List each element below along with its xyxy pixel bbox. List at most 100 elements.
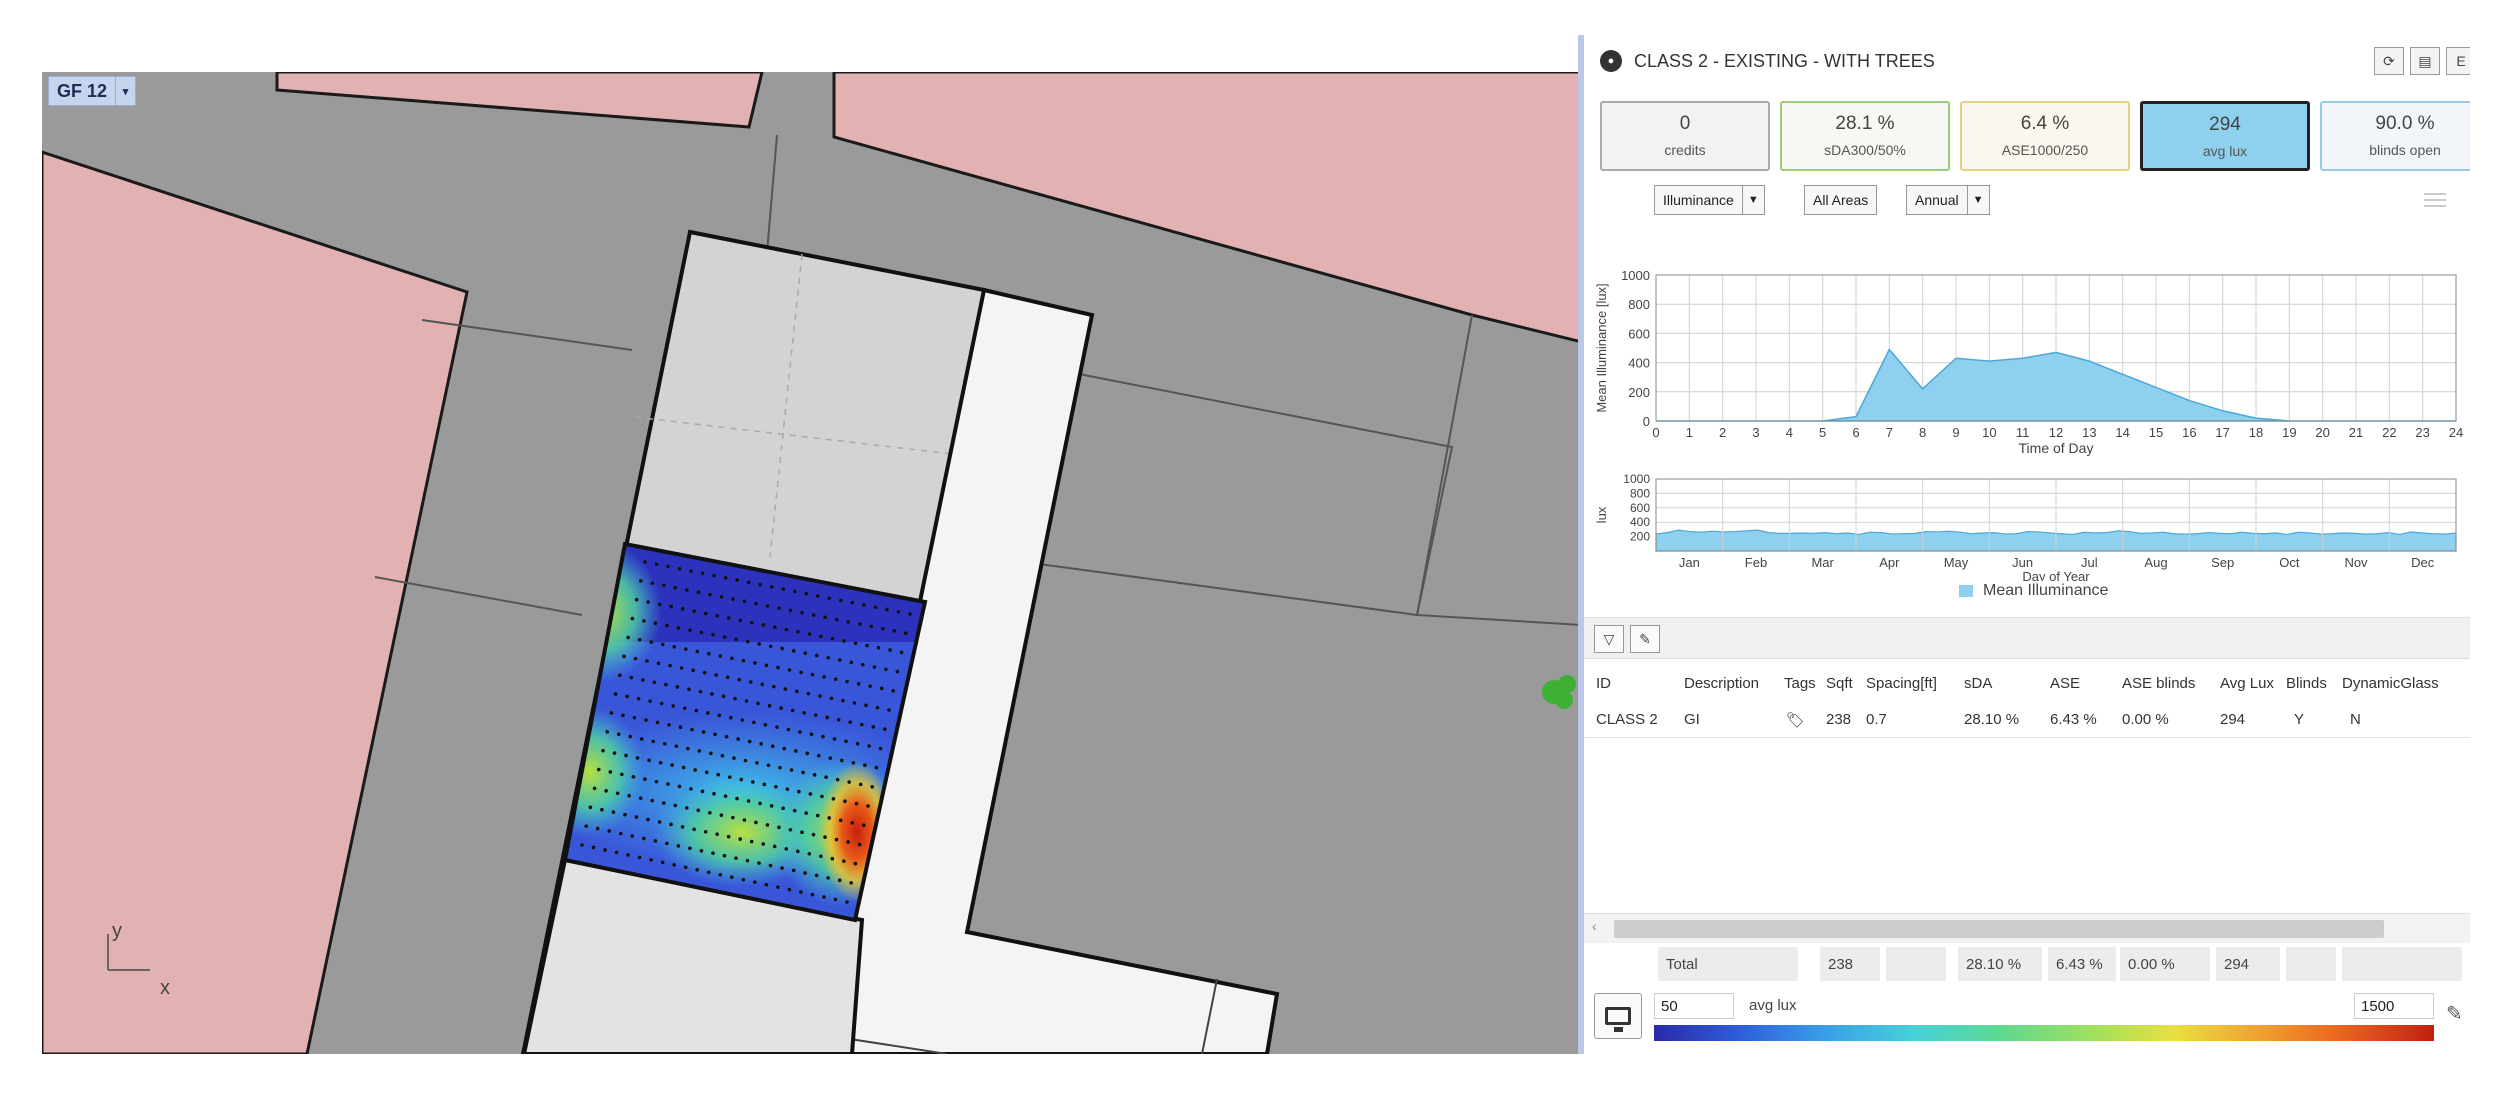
grid-point bbox=[712, 791, 716, 796]
viewport-name-label: GF 12 bbox=[57, 80, 108, 101]
display-toggle-button[interactable] bbox=[1594, 993, 1642, 1039]
model-viewport[interactable]: GF 12 ▾ y x bbox=[42, 72, 1582, 1054]
grid-point bbox=[637, 637, 642, 642]
cell-dynamic-glass[interactable]: N bbox=[2350, 711, 2361, 728]
grid-point bbox=[779, 706, 783, 710]
grid-point bbox=[665, 841, 669, 846]
viewport-name-tag[interactable]: GF 12 ▾ bbox=[48, 76, 137, 106]
floor-plan-canvas[interactable] bbox=[42, 72, 1582, 1054]
column-header[interactable]: ID bbox=[1596, 675, 1611, 692]
metric-card-blinds-open[interactable]: 90.0 % blinds open bbox=[2320, 101, 2470, 171]
cell-blinds[interactable]: Y bbox=[2294, 711, 2304, 728]
metric-card-ase[interactable]: 6.4 % ASE1000/250 bbox=[1960, 101, 2130, 171]
grid-point bbox=[692, 827, 696, 832]
column-header[interactable]: DynamicGlass bbox=[2342, 675, 2439, 692]
grid-point bbox=[908, 612, 912, 616]
column-header[interactable]: sDA bbox=[1964, 675, 1992, 692]
grid-point bbox=[831, 796, 836, 801]
grid-point bbox=[750, 620, 754, 625]
metric-select[interactable]: Illuminance ▼ bbox=[1654, 185, 1765, 215]
save-icon[interactable]: ▤ bbox=[2410, 47, 2440, 75]
grid-point bbox=[680, 825, 685, 829]
refresh-icon[interactable]: ⟳ bbox=[2374, 47, 2404, 75]
metric-value: 6.4 % bbox=[2020, 113, 2070, 134]
filter-icon[interactable]: ▽ bbox=[1594, 625, 1624, 653]
x-tick-label: 6 bbox=[1852, 425, 1859, 440]
cell-ase[interactable]: 6.43 % bbox=[2050, 711, 2097, 728]
scroll-left-icon[interactable]: ‹ bbox=[1592, 918, 1597, 934]
grid-point bbox=[735, 578, 739, 582]
grid-point bbox=[827, 596, 832, 600]
grid-point bbox=[654, 779, 659, 784]
edit-icon[interactable]: ✎ bbox=[1630, 625, 1660, 653]
table-horizontal-scrollbar[interactable]: ‹ bbox=[1584, 913, 2470, 943]
metric-card-credits[interactable]: 0 credits bbox=[1600, 101, 1770, 171]
x-tick-label: 18 bbox=[2249, 425, 2263, 440]
cell-sda[interactable]: 28.10 % bbox=[1964, 711, 2019, 728]
column-header[interactable]: ASE bbox=[2050, 675, 2080, 692]
grid-point bbox=[797, 789, 801, 794]
cell-avg-lux[interactable]: 294 bbox=[2220, 711, 2245, 728]
cell-ase-blinds[interactable]: 0.00 % bbox=[2122, 711, 2169, 728]
scale-min-input[interactable]: 50 bbox=[1654, 993, 1734, 1019]
hamburger-menu-icon[interactable] bbox=[2424, 193, 2446, 207]
grid-point bbox=[856, 682, 861, 686]
column-header[interactable]: Description bbox=[1684, 675, 1759, 692]
grid-point bbox=[818, 694, 822, 698]
grid-point bbox=[643, 560, 647, 564]
column-header[interactable]: Spacing[ft] bbox=[1866, 675, 1937, 692]
grid-point bbox=[792, 808, 797, 813]
grid-point bbox=[650, 581, 655, 585]
grid-point bbox=[689, 787, 693, 791]
cell-spacing[interactable]: 0.7 bbox=[1866, 711, 1887, 728]
grid-point bbox=[721, 694, 726, 699]
grid-point bbox=[763, 722, 768, 727]
tag-icon[interactable]: 🏷 bbox=[1786, 711, 1805, 729]
pencil-icon[interactable]: ✎ bbox=[2446, 1001, 2463, 1026]
scale-max-input[interactable]: 1500 bbox=[2354, 993, 2434, 1019]
grid-point bbox=[701, 730, 706, 734]
x-tick-label: 0 bbox=[1652, 425, 1659, 440]
viewport-menu-chevron-icon[interactable]: ▾ bbox=[115, 77, 135, 105]
grid-point bbox=[731, 815, 735, 820]
cell-sqft[interactable]: 238 bbox=[1826, 711, 1851, 728]
grid-point bbox=[626, 853, 630, 857]
grid-point bbox=[700, 789, 705, 794]
metric-card-avg-lux[interactable]: 294 avg lux bbox=[2140, 101, 2310, 171]
column-header[interactable]: Blinds bbox=[2286, 675, 2327, 692]
period-select[interactable]: Annual ▼ bbox=[1906, 185, 1990, 215]
column-header[interactable]: ASE blinds bbox=[2122, 675, 2195, 692]
totals-row: Total 238 28.10 % 6.43 % 0.00 % 294 bbox=[1584, 947, 2470, 981]
x-tick-label: Aug bbox=[2144, 555, 2167, 570]
column-header[interactable]: Tags bbox=[1784, 675, 1816, 692]
grid-point bbox=[758, 582, 763, 587]
color-gradient bbox=[1654, 1025, 2434, 1041]
x-tick-label: 2 bbox=[1719, 425, 1726, 440]
column-header[interactable]: Sqft bbox=[1826, 675, 1853, 692]
area-select[interactable]: All Areas bbox=[1804, 185, 1878, 215]
grid-point bbox=[757, 642, 761, 646]
grid-point bbox=[775, 725, 779, 729]
grid-point bbox=[629, 675, 634, 680]
grid-point bbox=[642, 836, 646, 841]
totals-avg-lux: 294 bbox=[2216, 947, 2280, 981]
grid-point bbox=[809, 732, 814, 737]
grid-point bbox=[883, 727, 887, 731]
grid-point bbox=[786, 727, 791, 732]
grid-point bbox=[841, 698, 845, 703]
metric-card-sda[interactable]: 28.1 % sDA300/50% bbox=[1780, 101, 1950, 171]
grid-point bbox=[836, 718, 841, 722]
scrollbar-thumb[interactable] bbox=[1614, 920, 2384, 938]
grid-point bbox=[657, 602, 662, 607]
grid-point bbox=[662, 583, 666, 588]
column-header[interactable]: Avg Lux bbox=[2220, 675, 2274, 692]
export-icon[interactable]: E bbox=[2446, 47, 2470, 75]
grid-point bbox=[754, 601, 758, 606]
cell-id[interactable]: CLASS 2 bbox=[1596, 711, 1658, 728]
cell-description[interactable]: GI bbox=[1684, 711, 1700, 728]
grid-point bbox=[849, 881, 853, 885]
grid-point bbox=[681, 765, 686, 770]
totals-ase-blinds: 0.00 % bbox=[2120, 947, 2210, 981]
grid-point bbox=[780, 866, 784, 870]
grid-point bbox=[735, 796, 739, 801]
